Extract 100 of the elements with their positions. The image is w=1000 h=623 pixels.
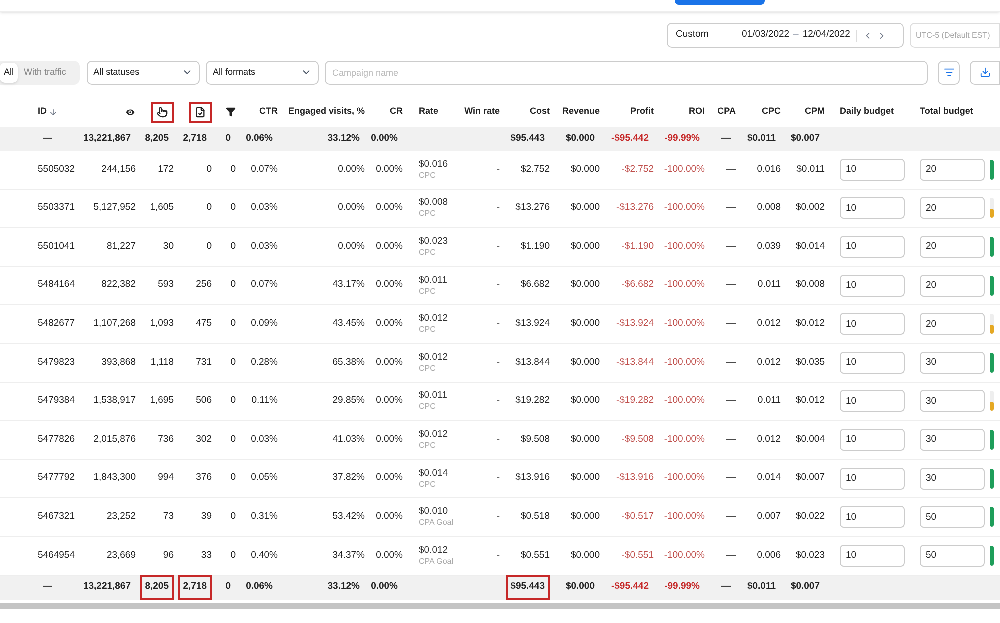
table-cell: 8,205 xyxy=(140,575,174,600)
status-meter xyxy=(990,160,994,180)
table-cell-text: $0.000 xyxy=(564,580,596,594)
toggle-option[interactable]: All xyxy=(0,62,18,82)
table-cell-text: 0.00% xyxy=(376,201,403,216)
table-cell-text: 0.00% xyxy=(376,432,403,447)
status-meter xyxy=(990,468,994,489)
budget-input[interactable]: 30 xyxy=(920,390,985,412)
date-range-picker[interactable]: Custom 01/03/2022 – 12/04/2022 xyxy=(667,23,904,48)
budget-input[interactable]: 20 xyxy=(920,274,985,297)
table-cell-text: -$1.190 xyxy=(622,240,654,254)
table-cell: 0.011 xyxy=(758,394,781,408)
table-cell-text: -99.99% xyxy=(664,580,701,594)
column-header[interactable]: CTR xyxy=(260,105,278,119)
table-cell-text: 0 xyxy=(230,201,236,216)
budget-input[interactable]: 10 xyxy=(840,158,905,181)
table-cell-text: 0.05% xyxy=(251,471,278,486)
table-cell: 0.09% xyxy=(251,317,278,332)
table-cell: — xyxy=(726,548,736,563)
column-header[interactable]: Cost xyxy=(530,105,550,119)
table-cell: -$13.844 xyxy=(616,356,654,370)
budget-input[interactable]: 50 xyxy=(920,506,985,528)
budget-input[interactable]: 10 xyxy=(840,468,905,490)
table-cell-text: — xyxy=(720,580,732,594)
column-header[interactable]: ROI xyxy=(688,105,705,119)
status-meter xyxy=(990,236,994,257)
table-cell-text: $0.000 xyxy=(564,132,596,146)
table-cell: $0.035 xyxy=(796,356,825,370)
rate-type: CPC xyxy=(419,324,437,336)
table-cell-text: $6.682 xyxy=(520,278,550,292)
table-cell: 0 xyxy=(230,548,236,563)
table-cell-text: $0.007 xyxy=(796,471,825,486)
table-cell: $13.844 xyxy=(516,356,550,370)
table-cell: — xyxy=(726,394,736,408)
table-cell-text: — xyxy=(42,580,54,594)
budget-input[interactable]: 10 xyxy=(840,506,905,528)
table-cell-text: -100.00% xyxy=(664,240,705,254)
budget-input[interactable]: 10 xyxy=(840,236,905,258)
budget-input[interactable]: 10 xyxy=(840,352,905,374)
column-header[interactable]: CPA xyxy=(718,105,736,119)
column-header[interactable]: Profit xyxy=(630,105,654,119)
table-cell-text: -$95.442 xyxy=(610,132,650,146)
table-cell-text: -$13.276 xyxy=(616,201,654,216)
table-cell: 23,252 xyxy=(106,510,136,524)
budget-input[interactable]: 50 xyxy=(920,544,985,567)
budget-input[interactable]: 10 xyxy=(840,313,905,336)
budget-input[interactable]: 20 xyxy=(920,236,985,258)
table-cell: 0.00% xyxy=(338,162,365,177)
column-header[interactable]: Rate xyxy=(419,105,439,119)
column-header[interactable]: Revenue xyxy=(562,105,600,119)
budget-input[interactable]: 10 xyxy=(840,428,905,451)
budget-input[interactable]: 20 xyxy=(920,197,985,220)
table-cell: 96 xyxy=(163,548,174,563)
table-cell-text: 256 xyxy=(196,278,212,292)
table-cell: 0 xyxy=(206,162,212,177)
status-meter xyxy=(990,198,994,218)
budget-input[interactable]: 10 xyxy=(840,274,905,297)
status-meter xyxy=(990,314,994,334)
column-header[interactable]: Engaged visits, % xyxy=(288,105,365,119)
column-header[interactable]: CPC xyxy=(762,105,781,119)
column-header[interactable]: ID xyxy=(38,105,47,119)
budget-input[interactable]: 20 xyxy=(920,158,985,181)
search-field[interactable]: Campaign name xyxy=(325,60,928,84)
date-separator: – xyxy=(794,28,799,42)
end-date: 12/04/2022 xyxy=(802,28,850,42)
table-cell-text: 13,221,867 xyxy=(82,132,132,146)
rate-value: $0.011 xyxy=(419,274,448,286)
budget-input[interactable]: 30 xyxy=(920,468,985,490)
budget-input[interactable]: 20 xyxy=(920,313,985,336)
status-dropdown[interactable]: All statuses xyxy=(86,60,200,84)
table-cell: 2,718 xyxy=(178,575,212,600)
table-cell-text: 0 xyxy=(230,471,236,486)
column-header[interactable]: Win rate xyxy=(464,105,500,119)
table-cell-text: 30 xyxy=(163,240,174,254)
download-button[interactable] xyxy=(970,60,1000,84)
budget-input[interactable]: 30 xyxy=(920,428,985,451)
status-meter xyxy=(990,546,994,566)
column-header[interactable]: Total budget xyxy=(920,105,974,119)
table-cell: $0.011 xyxy=(796,162,825,177)
column-header[interactable]: CPM xyxy=(805,105,825,119)
budget-input[interactable]: 10 xyxy=(840,197,905,220)
table-cell: $0.012 xyxy=(796,317,825,332)
column-header[interactable]: Daily budget xyxy=(840,105,894,119)
filter-button[interactable] xyxy=(938,60,960,84)
table-cell: $95.443 xyxy=(506,575,550,600)
table-cell: -100.00% xyxy=(664,510,705,524)
budget-input[interactable]: 30 xyxy=(920,352,985,374)
table-cell: 5479384 xyxy=(38,394,75,408)
table-cell-text: $0.011 xyxy=(746,132,777,146)
table-cell-text: $95.443 xyxy=(510,132,546,146)
budget-input[interactable]: 10 xyxy=(840,390,905,412)
format-dropdown[interactable]: All formats xyxy=(206,60,320,84)
table-cell: $0.000 xyxy=(570,394,600,408)
budget-input[interactable]: 10 xyxy=(840,544,905,567)
table-cell-text: - xyxy=(496,432,500,447)
table-cell: - xyxy=(496,317,500,332)
table-cell-text: — xyxy=(726,432,736,447)
table-cell-text: -100.00% xyxy=(664,278,705,292)
column-header[interactable]: CR xyxy=(390,105,403,119)
table-cell-text: 5484164 xyxy=(38,278,75,292)
